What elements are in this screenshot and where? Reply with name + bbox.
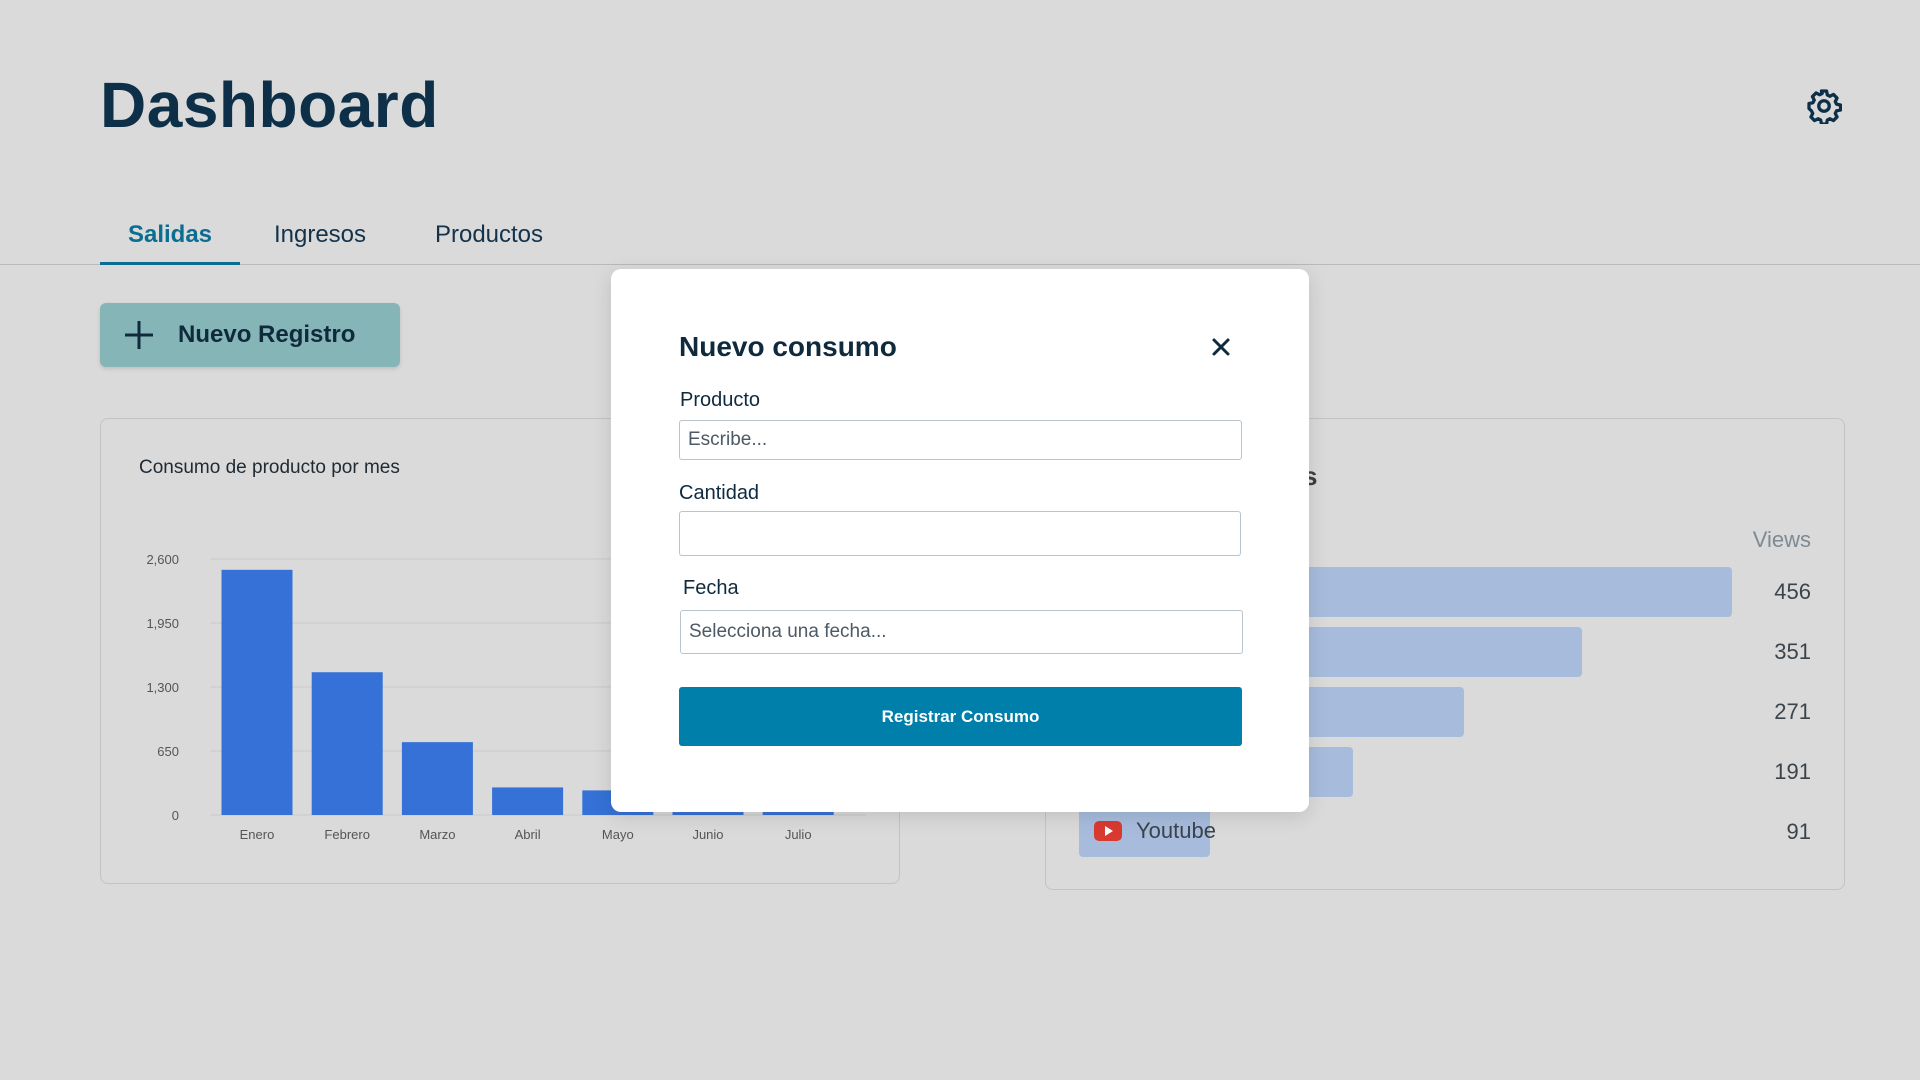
x-tick-label: Junio	[692, 827, 723, 842]
y-tick-label: 2,600	[146, 552, 179, 567]
views-value: 456	[1774, 579, 1811, 604]
y-tick-label: 1,300	[146, 680, 179, 695]
bar-marzo[interactable]	[401, 742, 473, 815]
x-tick-label: Febrero	[324, 827, 370, 842]
views-value: 91	[1786, 819, 1811, 844]
bar-julio[interactable]	[762, 812, 834, 815]
y-tick-label: 650	[157, 744, 179, 759]
bar-febrero[interactable]	[311, 672, 383, 815]
tab-bar: Salidas Ingresos Productos	[0, 205, 1920, 265]
gear-icon[interactable]	[1806, 88, 1842, 124]
views-value: 191	[1774, 759, 1811, 784]
x-tick-label: Abril	[515, 827, 541, 842]
tab-ingresos[interactable]: Ingresos	[262, 221, 378, 265]
youtube-icon	[1094, 821, 1122, 841]
close-icon[interactable]	[1207, 333, 1235, 361]
product-input[interactable]	[679, 420, 1242, 460]
y-tick-label: 0	[172, 808, 179, 823]
bar-abril[interactable]	[492, 787, 564, 815]
x-tick-label: Marzo	[419, 827, 455, 842]
product-label: Producto	[680, 389, 761, 411]
new-record-label: Nuevo Registro	[178, 321, 356, 348]
new-record-button[interactable]: Nuevo Registro	[100, 303, 400, 367]
x-tick-label: Mayo	[602, 827, 634, 842]
x-tick-label: Enero	[240, 827, 275, 842]
modal-title: Nuevo consumo	[679, 331, 897, 362]
plus-icon	[125, 321, 153, 349]
quantity-input[interactable]	[679, 511, 1241, 556]
bar-enero[interactable]	[221, 569, 293, 815]
bar-junio[interactable]	[672, 812, 744, 815]
date-label: Fecha	[683, 577, 739, 599]
tab-salidas[interactable]: Salidas	[100, 221, 240, 265]
quantity-label: Cantidad	[679, 482, 760, 504]
x-tick-label: Julio	[785, 827, 812, 842]
youtube-label: Youtube	[1136, 818, 1216, 843]
views-column-header: Views	[1752, 527, 1811, 552]
tab-productos[interactable]: Productos	[424, 221, 554, 265]
date-input[interactable]	[680, 610, 1243, 654]
y-tick-label: 1,950	[146, 616, 179, 631]
page-title: Dashboard	[100, 69, 439, 141]
views-value: 351	[1774, 639, 1811, 664]
new-consumption-modal: Nuevo consumo Producto Cantidad Fecha Re…	[611, 269, 1309, 812]
views-value: 271	[1774, 699, 1811, 724]
register-consumption-button[interactable]: Registrar Consumo	[679, 687, 1242, 746]
youtube-row: Youtube	[1094, 818, 1216, 844]
